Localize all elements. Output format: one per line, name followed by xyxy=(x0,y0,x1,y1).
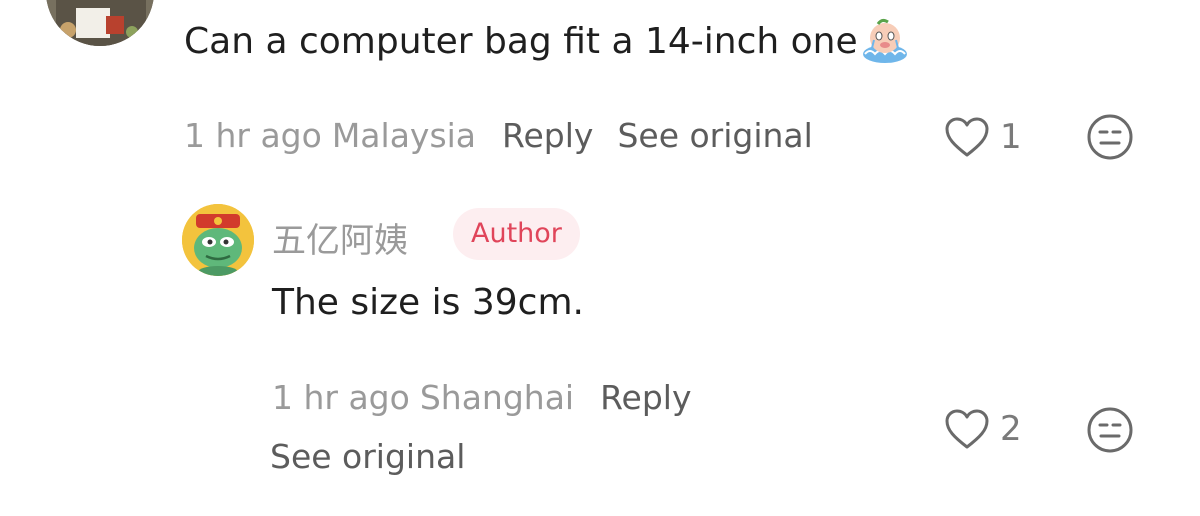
comment-like-count: 1 xyxy=(1000,117,1022,157)
reply-author-name[interactable]: 五亿阿姨 xyxy=(272,213,408,262)
reply-dislike-button[interactable] xyxy=(1086,406,1134,454)
reply-like-count: 2 xyxy=(1000,409,1022,449)
reply-reply-button[interactable]: Reply xyxy=(600,378,691,417)
comment-thread: Can a computer bag fit a 14-inch one 1 h… xyxy=(0,0,1200,516)
reply-like-button[interactable]: 2 xyxy=(944,408,1022,450)
reply-see-original-button[interactable]: See original xyxy=(270,437,465,476)
crying-pig-emoji-icon xyxy=(860,18,910,64)
meh-face-icon xyxy=(1087,114,1133,160)
author-badge: Author xyxy=(453,208,580,260)
commenter-avatar-image xyxy=(46,0,154,46)
reply-meta: 1 hr ago Shanghai Reply xyxy=(272,378,692,417)
reply-body: The size is 39cm. xyxy=(272,282,584,323)
comment-body: Can a computer bag fit a 14-inch one xyxy=(184,18,910,64)
comment-location: Malaysia xyxy=(331,116,477,155)
reply-author-avatar-image xyxy=(182,204,254,276)
comment-reply-button[interactable]: Reply xyxy=(502,116,593,155)
comment-see-original-button[interactable]: See original xyxy=(617,116,812,155)
reply-time: 1 hr ago xyxy=(272,378,410,417)
reply-location: Shanghai xyxy=(419,378,575,417)
commenter-avatar[interactable] xyxy=(46,0,154,46)
reply-author-avatar[interactable] xyxy=(182,204,254,276)
comment-like-button[interactable]: 1 xyxy=(944,116,1022,158)
reply-meta-secondary: See original xyxy=(270,437,465,476)
comment-text: Can a computer bag fit a 14-inch one xyxy=(184,20,858,62)
comment-meta: 1 hr ago Malaysia Reply See original xyxy=(184,116,813,155)
dislike-button[interactable] xyxy=(1086,113,1134,161)
heart-icon xyxy=(945,409,989,449)
heart-icon xyxy=(945,117,989,157)
comment-time: 1 hr ago xyxy=(184,116,322,155)
meh-face-icon xyxy=(1087,407,1133,453)
